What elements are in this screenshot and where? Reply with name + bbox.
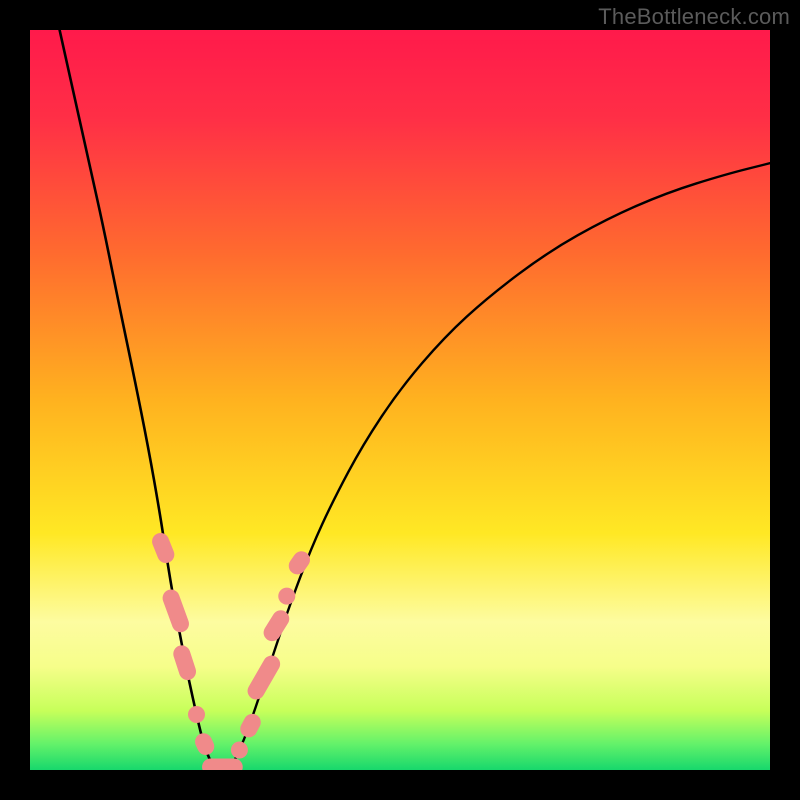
marker-dot (278, 588, 295, 605)
watermark-text: TheBottleneck.com (598, 4, 790, 30)
marker-dot (231, 742, 248, 759)
chart-frame: TheBottleneck.com (0, 0, 800, 800)
marker-dot (188, 706, 205, 723)
plot-area (30, 30, 770, 770)
gradient-background (30, 30, 770, 770)
marker-pill (202, 759, 243, 770)
bottleneck-chart (30, 30, 770, 770)
